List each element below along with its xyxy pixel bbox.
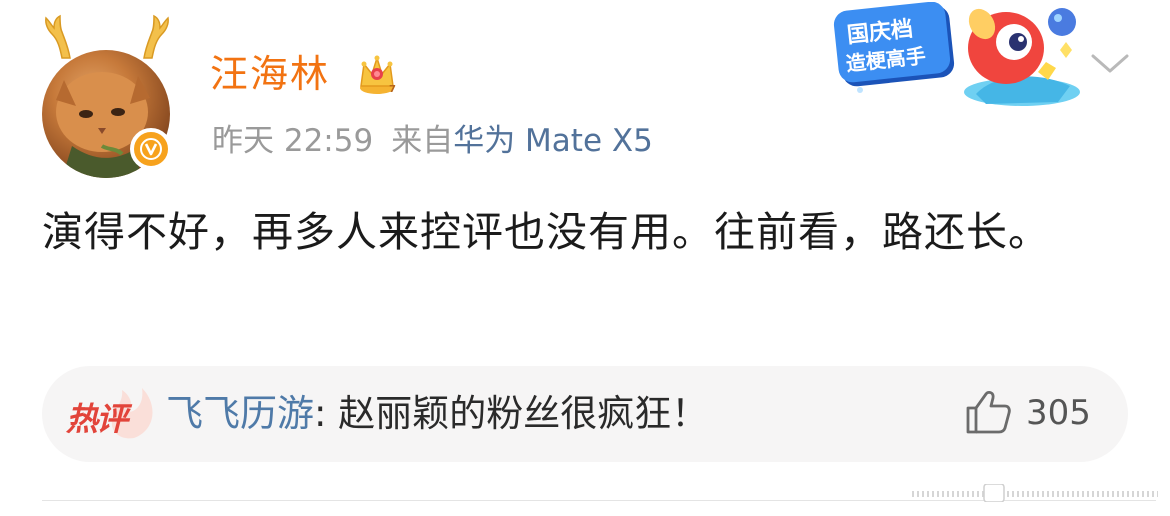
- v-badge-icon: [130, 128, 172, 170]
- comment-separator: :: [314, 392, 339, 435]
- antler-left-icon: [45, 14, 71, 59]
- hot-tag-label: 热评: [66, 400, 128, 438]
- avatar-container[interactable]: [38, 14, 178, 178]
- source-device[interactable]: 华为 Mate X5: [453, 123, 653, 159]
- watermark-dots: [912, 484, 1158, 502]
- username[interactable]: 汪海林: [210, 50, 330, 98]
- like-count: 305: [1026, 393, 1091, 433]
- chevron-down-icon[interactable]: [1088, 48, 1132, 80]
- post-time: 昨天 22:59: [212, 123, 374, 159]
- hot-comment-tag: 热评: [64, 386, 160, 442]
- national-day-promo-sticker[interactable]: 国庆档 造梗高手: [826, 2, 1082, 110]
- post-meta: 昨天 22:59 来自华为 Mate X5: [212, 120, 653, 162]
- hot-comment[interactable]: 热评 飞飞历游: 赵丽颖的粉丝很疯狂！ 305: [42, 366, 1128, 462]
- comment-line: 飞飞历游: 赵丽颖的粉丝很疯狂！: [166, 388, 708, 440]
- post-text: 演得不好，再多人来控评也没有用。往前看，路还长。: [42, 208, 1050, 256]
- antler-right-icon: [143, 14, 169, 59]
- weibo-post-card: 汪海林 7 昨天 22:59 来自华为 Mate X5 国庆档 造梗高手 演得不…: [0, 0, 1170, 516]
- svg-text:7: 7: [389, 84, 396, 95]
- source-prefix: 来自: [391, 123, 454, 159]
- commenter-name[interactable]: 飞飞历游: [166, 392, 314, 435]
- comment-text: 赵丽颖的粉丝很疯狂！: [338, 392, 709, 435]
- crown-icon[interactable]: 7: [356, 52, 398, 96]
- thumbs-up-icon[interactable]: [964, 388, 1012, 436]
